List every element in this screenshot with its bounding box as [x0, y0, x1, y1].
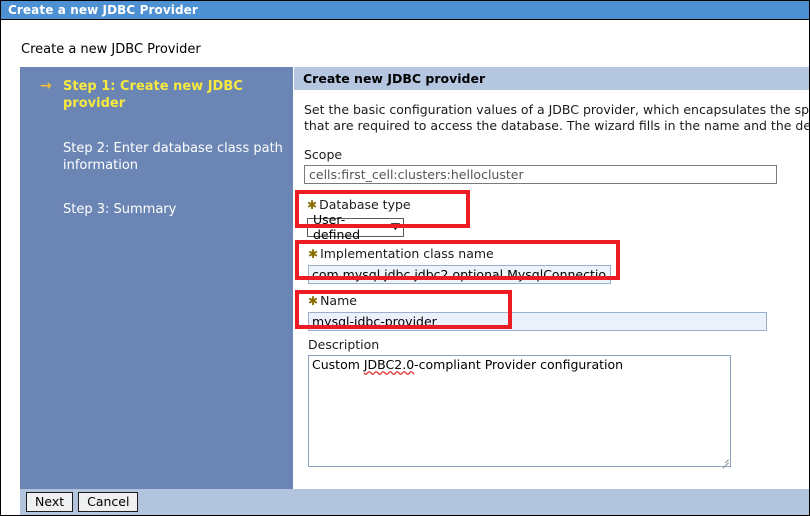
implementation-class-name-field-group: ✱ Implementation class name — [308, 246, 611, 284]
intro-line-2: that are required to access the database… — [304, 118, 810, 133]
content-header-title: Create new JDBC provider — [303, 71, 486, 86]
wizard-container: → Step 1: Create new JDBC provider Step … — [20, 67, 810, 515]
intro-line-1: Set the basic configuration values of a … — [304, 102, 810, 117]
wizard-content-panel: Create new JDBC provider Set the basic c… — [293, 67, 810, 489]
description-textarea[interactable]: Custom JDBC2.0-compliant Provider config… — [308, 355, 731, 469]
chevron-down-icon: ▼ — [390, 221, 401, 232]
database-type-selected-value: User-defined — [313, 212, 361, 242]
wizard-step-3[interactable]: Step 3: Summary — [20, 201, 293, 218]
scope-field-group: Scope — [304, 147, 777, 184]
wizard-step-2[interactable]: Step 2: Enter database class path inform… — [20, 140, 293, 174]
wizard-step-1[interactable]: Step 1: Create new JDBC provider — [20, 78, 293, 112]
description-label: Description — [308, 337, 380, 352]
description-text-part-2: -compliant Provider configuration — [414, 357, 624, 372]
required-asterisk-icon: ✱ — [308, 247, 319, 261]
implementation-class-name-label-text: Implementation class name — [320, 246, 494, 261]
window-title: Create a new JDBC Provider — [8, 3, 198, 17]
wizard-button-bar: Next Cancel — [20, 489, 809, 515]
description-text-part-1: Custom — [312, 357, 364, 372]
implementation-class-name-label: ✱ Implementation class name — [308, 246, 611, 262]
name-input[interactable] — [308, 312, 767, 331]
intro-text: Set the basic configuration values of a … — [304, 102, 810, 134]
description-field-group: Description Custom JDBC2.0-compliant Pro… — [308, 337, 731, 469]
database-type-select[interactable]: User-defined ▼ — [307, 212, 404, 242]
implementation-class-name-input[interactable] — [308, 265, 611, 284]
description-text-spellcheck: JDBC2.0 — [363, 357, 415, 372]
next-button[interactable]: Next — [26, 492, 74, 512]
description-text: Custom JDBC2.0-compliant Provider config… — [312, 357, 623, 373]
content-header: Create new JDBC provider — [294, 67, 809, 90]
scope-input[interactable] — [304, 165, 777, 184]
wizard-steps-panel: → Step 1: Create new JDBC provider Step … — [20, 67, 293, 489]
jdbc-provider-wizard-window: Create a new JDBC Provider Create a new … — [0, 0, 810, 516]
database-type-label: ✱ Database type — [307, 197, 411, 213]
name-label-text: Name — [320, 293, 357, 308]
name-field-group: ✱ Name — [308, 293, 767, 331]
cancel-button[interactable]: Cancel — [78, 492, 139, 512]
window-body: Create a new JDBC Provider → Step 1: Cre… — [1, 21, 809, 515]
required-asterisk-icon: ✱ — [308, 294, 319, 308]
database-type-field-group: ✱ Database type User-defined ▼ — [307, 197, 411, 242]
page-title: Create a new JDBC Provider — [21, 42, 201, 57]
name-label: ✱ Name — [308, 293, 767, 309]
window-titlebar: Create a new JDBC Provider — [1, 1, 809, 20]
database-type-label-text: Database type — [319, 197, 411, 212]
scope-label: Scope — [304, 147, 343, 162]
required-asterisk-icon: ✱ — [307, 198, 318, 212]
textarea-resize-handle[interactable] — [719, 455, 729, 469]
